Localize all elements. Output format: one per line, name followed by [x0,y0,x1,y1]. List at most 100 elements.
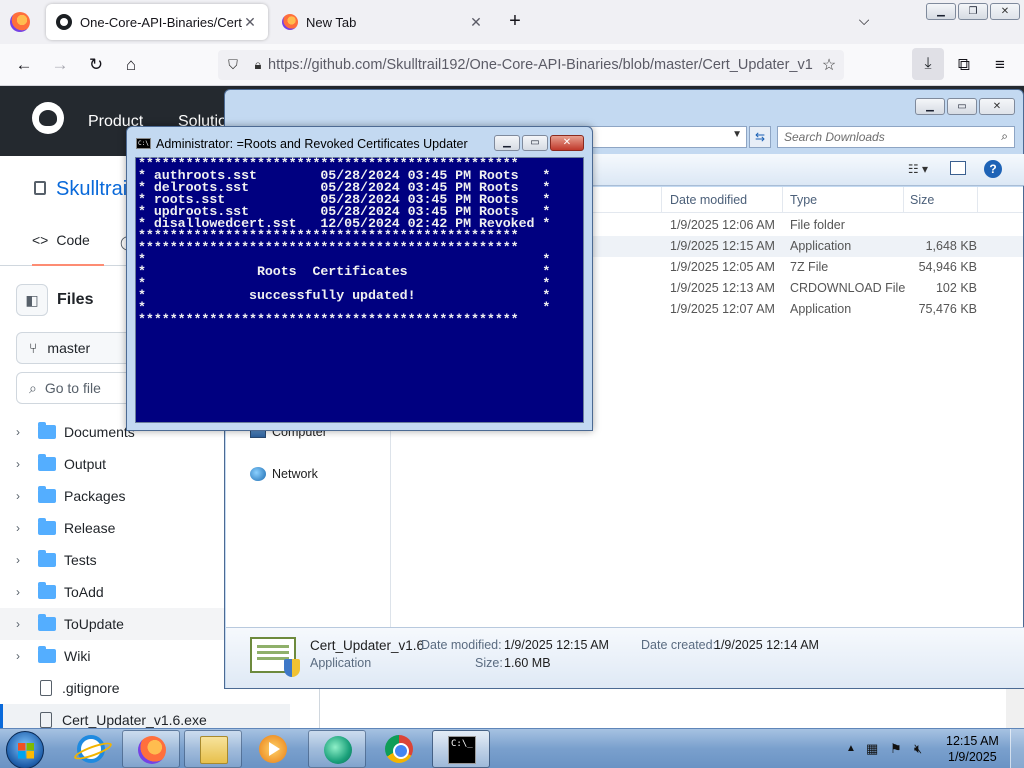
clock-date[interactable]: 1/9/2025 [948,750,997,764]
taskbar-chrome[interactable] [370,730,428,768]
folder-icon [38,582,56,599]
reload-icon[interactable]: ↻ [84,53,108,77]
forward-arrow-icon[interactable]: → [48,53,72,77]
taskbar-internet-explorer[interactable] [62,730,120,768]
clock-time[interactable]: 12:15 AM [946,734,999,748]
file-size: 54,946 KB [918,260,977,274]
restore-button[interactable]: ❐ [958,3,988,20]
tree-item-label: Wiki [64,648,91,664]
menu-icon[interactable]: ≡ [988,53,1012,77]
shield-icon[interactable]: ⛉ [218,57,248,73]
cert-updater-icon [324,736,352,764]
extensions-icon[interactable]: ⧉ [952,53,976,77]
show-desktop-button[interactable] [1010,729,1024,768]
internet-explorer-icon [77,735,105,763]
repo-owner-link[interactable]: Skulltrai [56,178,127,201]
column-date-modified[interactable]: Date modified [670,193,747,207]
tree-item-label: Packages [64,488,126,504]
url-bar[interactable]: ⛉ 🔒︎ https://github.com/Skulltrail192/On… [218,50,844,80]
console-text: ****************************************… [138,156,551,327]
taskbar-firefox[interactable] [122,730,180,768]
help-icon[interactable]: ? [984,160,1002,178]
refresh-icon[interactable]: ⇆ [749,126,771,148]
console-title-bar[interactable]: C:\ Administrator: =Roots and Revoked Ce… [127,127,592,157]
preview-pane-icon[interactable] [950,161,966,175]
details-file-name: Cert_Updater_v1.6 [310,638,425,653]
chevron-right-icon[interactable]: › [16,553,38,567]
file-icon [40,680,52,696]
tab-code[interactable]: <> Code [32,232,90,248]
file-size: 102 KB [935,281,977,295]
explorer-window-controls: ▁ ▭ ✕ [915,98,1015,115]
start-button[interactable] [6,731,44,768]
github-logo-icon[interactable] [32,102,64,134]
firefox-favicon-icon [282,14,298,30]
taskbar-cert-updater[interactable] [308,730,366,768]
change-view-icon[interactable]: ☷ ▾ [908,162,928,176]
file-size: 75,476 KB [918,302,977,316]
bookmark-star-icon[interactable]: ☆ [814,55,844,75]
close-button[interactable]: ✕ [979,98,1015,115]
media-player-icon [259,735,287,763]
minimize-button[interactable]: ▁ [494,135,520,151]
dropdown-arrow-icon[interactable]: ▼ [732,129,742,140]
column-divider [903,187,904,213]
firefox-view-icon[interactable] [10,12,30,32]
taskbar-command-prompt[interactable]: C:\_ [432,730,490,768]
page-scrollbar[interactable] [1006,686,1024,728]
taskbar-explorer[interactable] [184,730,242,768]
tree-item-label: Output [64,456,107,472]
chevron-right-icon[interactable]: › [16,457,38,471]
show-hidden-icons-icon[interactable]: ▲ [846,743,856,754]
file-date: 1/9/2025 12:05 AM [670,260,775,274]
column-size[interactable]: Size [910,193,934,207]
url-text[interactable]: https://github.com/Skulltrail192/One-Cor… [268,57,814,73]
taskbar-media-player[interactable] [244,730,302,768]
lock-icon[interactable]: 🔒︎ [248,57,268,73]
tab-new-tab[interactable]: New Tab ✕ [272,4,494,40]
network-icon [250,467,266,481]
file-date: 1/9/2025 12:07 AM [670,302,775,316]
column-type[interactable]: Type [790,193,817,207]
volume-muted-icon[interactable]: 🔇︎ [914,741,922,757]
close-button[interactable]: ✕ [990,3,1020,20]
column-divider [977,187,978,213]
nav-network[interactable]: Network [250,467,318,481]
close-tab-icon[interactable]: ✕ [242,14,258,31]
file-date: 1/9/2025 12:13 AM [670,281,775,295]
downloads-icon[interactable]: ⤓ [912,48,944,80]
chevron-right-icon[interactable]: › [16,489,38,503]
tab-list-chevron-icon[interactable]: ⌵ [854,12,874,32]
action-center-icon[interactable]: ▦ [866,741,878,757]
details-size-value: 1.60 MB [504,656,551,670]
back-arrow-icon[interactable]: ← [12,53,36,77]
new-tab-button[interactable]: + [504,10,526,32]
sidebar-toggle-icon[interactable]: ◧ [16,284,48,316]
tree-item-label: Cert_Updater_v1.6.exe [62,712,207,728]
chevron-right-icon[interactable]: › [16,425,38,439]
console-output[interactable]: ****************************************… [135,157,584,423]
details-created-value: 1/9/2025 12:14 AM [714,638,819,652]
close-tab-icon[interactable]: ✕ [468,14,484,31]
maximize-button[interactable]: ▭ [522,135,548,151]
minimize-button[interactable]: ▁ [915,98,945,115]
minimize-button[interactable]: ▁ [926,3,956,20]
chevron-right-icon[interactable]: › [16,649,38,663]
file-date: 1/9/2025 12:06 AM [670,218,775,232]
file-icon [40,712,52,728]
details-pane: Cert_Updater_v1.6 Application Date modif… [226,627,1024,688]
certificate-app-icon [250,637,300,677]
tab-github[interactable]: One-Core-API-Binaries/Cert_Up ✕ [46,4,268,40]
file-type: Application [790,239,852,253]
chevron-right-icon[interactable]: › [16,521,38,535]
close-button[interactable]: ✕ [550,135,584,151]
folder-icon [38,550,56,567]
tree-item-label: Release [64,520,116,536]
home-icon[interactable]: ⌂ [119,53,143,77]
chevron-right-icon[interactable]: › [16,585,38,599]
chevron-right-icon[interactable]: › [16,617,38,631]
search-icon: ⌕ [1001,129,1008,143]
maximize-button[interactable]: ▭ [947,98,977,115]
flag-icon[interactable]: ⚑ [890,741,902,757]
search-downloads-input[interactable]: Search Downloads ⌕ [777,126,1015,148]
